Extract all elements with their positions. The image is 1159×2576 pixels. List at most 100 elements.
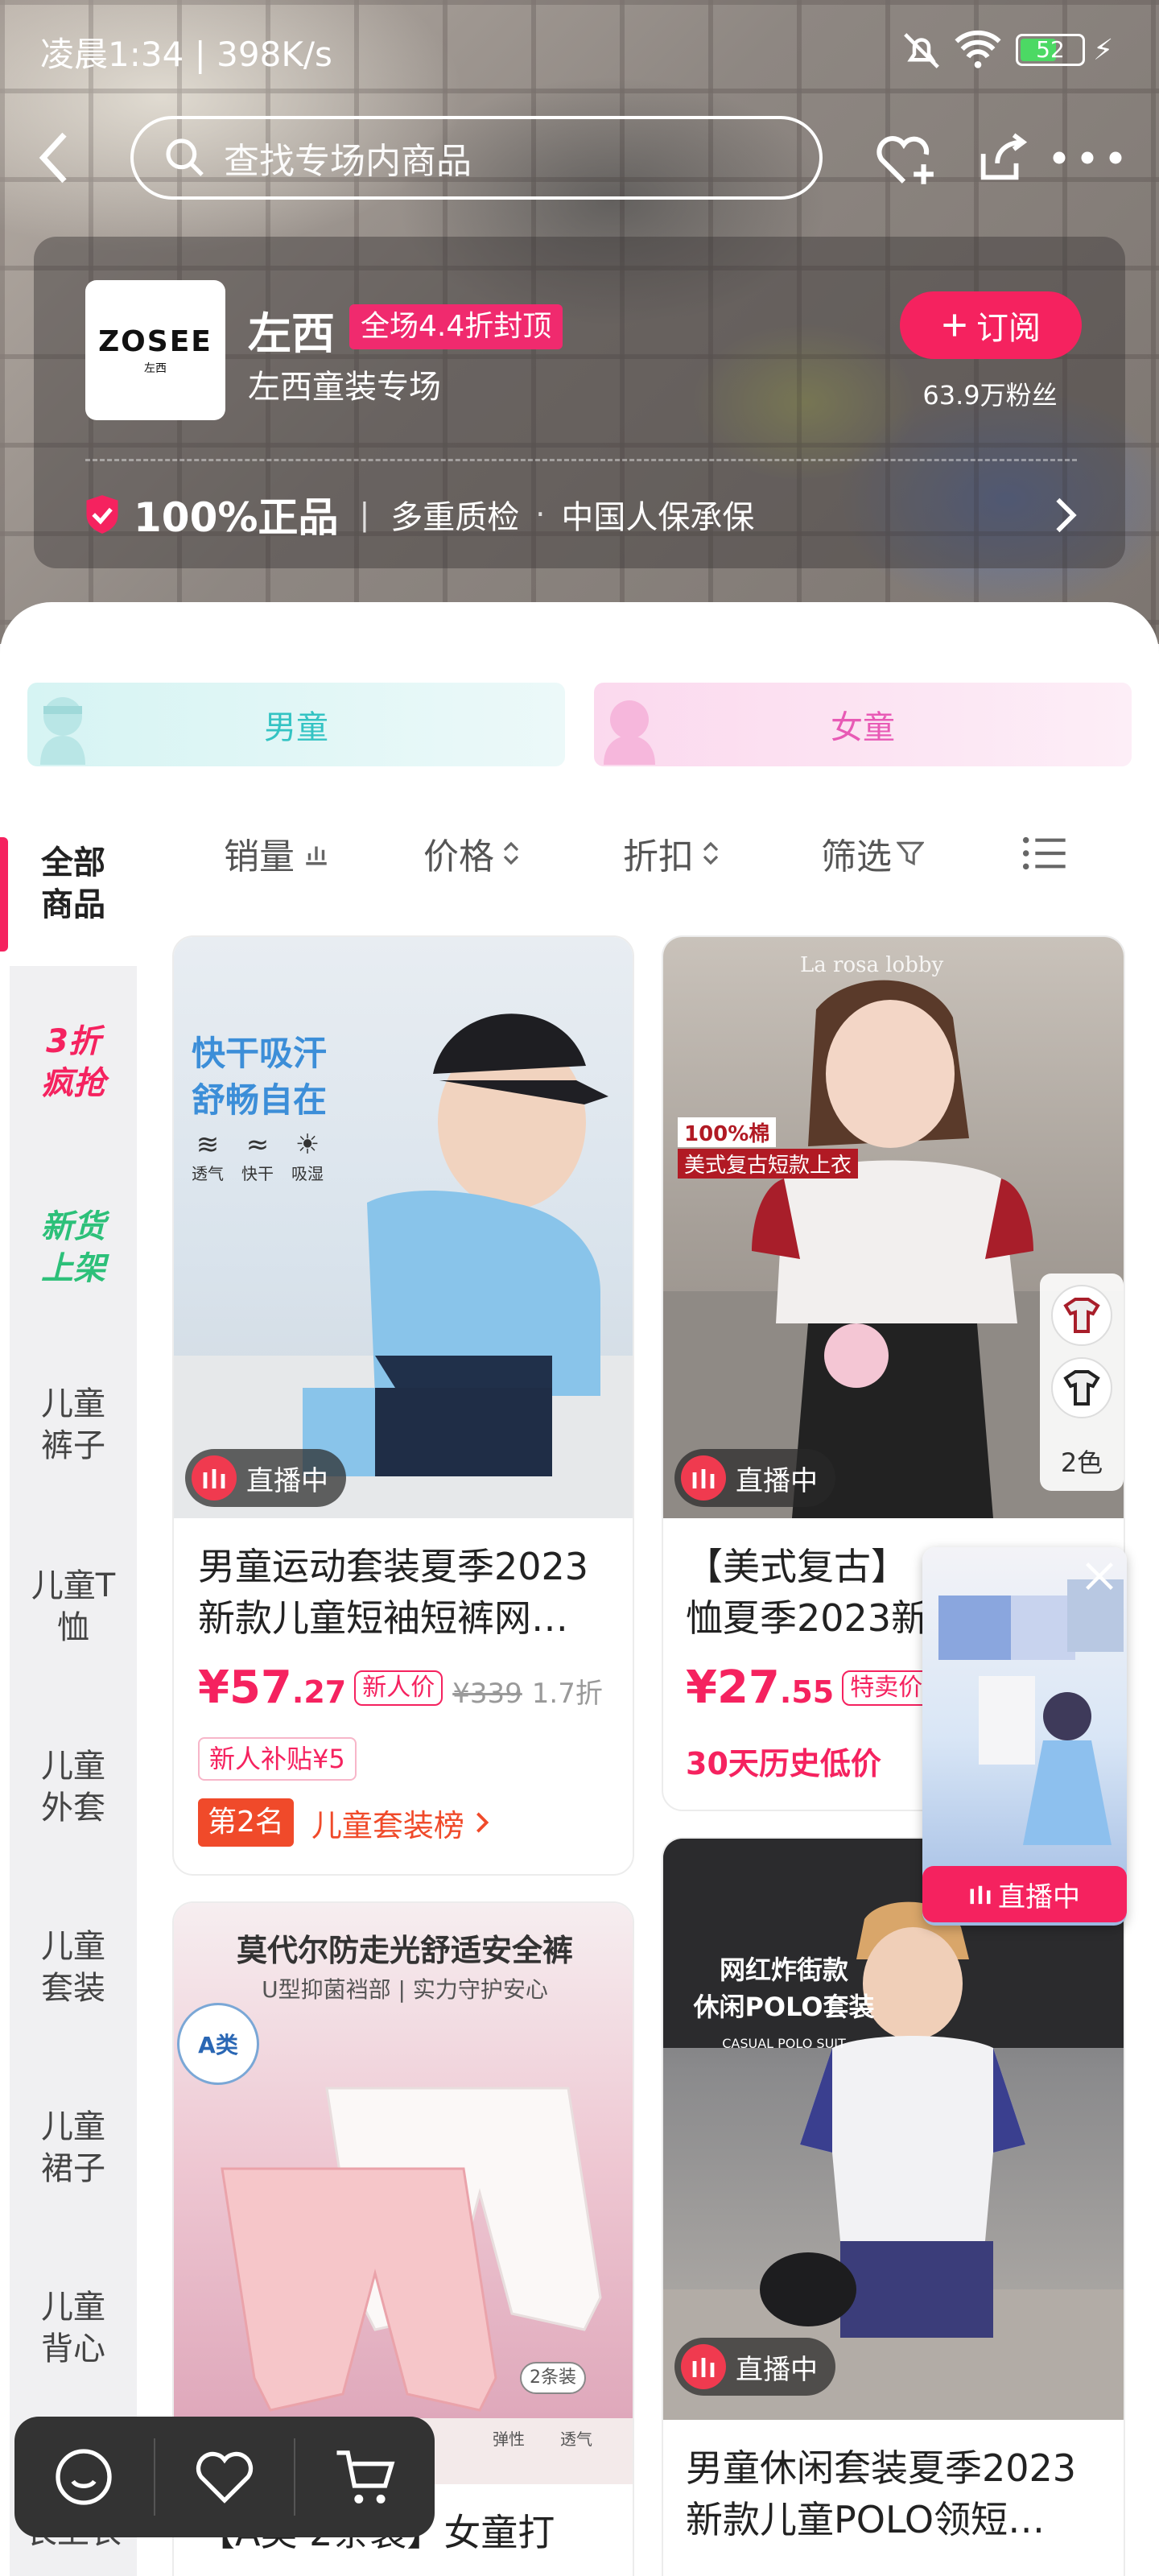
mute-icon (900, 29, 943, 76)
sidebar-item-all[interactable]: 全部 商品 (10, 842, 137, 926)
ranking-row[interactable]: 第2名 儿童套装榜 (198, 1798, 490, 1847)
list-view-toggle[interactable] (1022, 821, 1067, 886)
color-count: 2色 (1060, 1447, 1103, 1478)
live-label: 直播中 (736, 2353, 818, 2386)
close-icon[interactable] (1082, 1558, 1117, 1597)
sidebar-item-jacket[interactable]: 儿童 外套 (10, 1745, 137, 1829)
price-tag: 特卖价 (842, 1670, 931, 1706)
filter-icon (897, 841, 924, 866)
price-integer: ¥57 (198, 1662, 292, 1714)
product-card[interactable]: 快干吸汗 舒畅自在 ≋ 透气 ≈ 快干 ☀ 吸湿 直播中 男童运动套装夏季2023新款… (172, 935, 634, 1876)
search-placeholder: 查找专场内商品 (224, 141, 472, 182)
image-text-line: 快干吸汗 (192, 1034, 328, 1073)
favorite-add-button[interactable] (874, 129, 938, 193)
share-icon (980, 133, 1028, 180)
variant-swatch-black[interactable] (1051, 1357, 1112, 1418)
sidebar-item-3-discount[interactable]: 3折 疯抢 (10, 1021, 137, 1104)
live-bars-icon (681, 1455, 726, 1501)
feature-breathable: ≋ 透气 (192, 1129, 224, 1183)
sort-arrows-icon (703, 841, 719, 865)
back-button[interactable] (35, 127, 74, 192)
feature-breathable: 透气 (560, 2429, 592, 2449)
tab-girls-label: 女童 (831, 709, 895, 746)
product-image: 莫代尔防走光舒适安全裤 U型抑菌裆部 | 实力守护安心 A类 2条装 弹性 透气 (174, 1903, 633, 2484)
product-card[interactable]: 网红炸街款 休闲POLO套装 CASUAL POLO SUIT 直播中 男童休闲… (662, 1837, 1125, 2576)
image-text-line: 舒畅自在 (192, 1080, 328, 1120)
more-dots-icon (1053, 151, 1122, 164)
more-menu-button[interactable] (1051, 142, 1124, 177)
floating-action-bar (14, 2417, 435, 2537)
sort-arrows-icon (503, 841, 519, 865)
sidebar-item-vests[interactable]: 儿童 背心 (10, 2286, 137, 2370)
sort-discount[interactable]: 折扣 (623, 821, 721, 886)
subsidy-tag: 新人补贴¥5 (198, 1737, 357, 1781)
price-decimal: .27 (291, 1674, 347, 1710)
product-photo-boy-sportswear (174, 1013, 633, 1518)
brand-name: 左西 (248, 308, 335, 359)
feature-quick-dry: ≈ 快干 (241, 1129, 274, 1183)
heart-icon (196, 2451, 254, 2504)
filter-button[interactable]: 筛选 (821, 821, 924, 886)
brand-logo[interactable]: ZOSEE 左西 (85, 280, 225, 420)
floating-live-window[interactable]: 直播中 (922, 1547, 1127, 1926)
status-time-speed: 凌晨1:34 | 398K/s (40, 35, 332, 74)
image-text-line: 100%棉 (678, 1117, 777, 1147)
tab-girls[interactable]: 女童 (594, 683, 1132, 766)
charging-icon: ⚡ (1093, 34, 1114, 67)
sort-discount-label: 折扣 (623, 836, 694, 877)
promo-tag: 全场4.4折封顶 (349, 304, 563, 349)
share-button[interactable] (974, 130, 1030, 190)
list-icon (1022, 836, 1066, 870)
floating-live-text: 直播中 (998, 1880, 1080, 1913)
price-decimal: .55 (779, 1674, 835, 1710)
chevron-right-icon[interactable] (1051, 496, 1080, 538)
live-label: 直播中 (246, 1464, 328, 1497)
guarantee-main: 100%正品 (134, 494, 339, 541)
search-input[interactable]: 查找专场内商品 (130, 116, 823, 200)
brand-logo-text: ZOSEE (98, 324, 212, 358)
cart-icon (336, 2450, 395, 2504)
boy-avatar-icon (40, 697, 85, 765)
card-divider (85, 459, 1077, 461)
guarantee-row[interactable]: 100%正品 | 多重质检 · 中国人保承保 (84, 486, 754, 543)
quick-dry-icon: ≈ (245, 1129, 270, 1161)
customer-service-button[interactable] (14, 2417, 154, 2537)
cart-button[interactable] (295, 2417, 435, 2537)
sidebar-item-pants[interactable]: 儿童 裤子 (10, 1383, 137, 1467)
sidebar-item-suits[interactable]: 儿童 套装 (10, 1926, 137, 2009)
sidebar-item-new-arrivals[interactable]: 新货 上架 (10, 1206, 137, 1290)
plus-icon (943, 314, 966, 336)
image-text-line: CASUAL POLO SUIT (722, 2036, 846, 2051)
brand-subtitle: 左西童装专场 (248, 369, 441, 406)
brand-watermark: La rosa lobby (800, 953, 944, 977)
tab-boys[interactable]: 男童 (27, 683, 565, 766)
sort-price[interactable]: 价格 (423, 821, 522, 886)
sort-sales[interactable]: 销量 (224, 821, 330, 886)
tab-boys-label: 男童 (264, 709, 328, 746)
shield-check-icon (86, 495, 118, 534)
original-price: ¥339 (452, 1678, 522, 1710)
sidebar-item-tshirt[interactable]: 儿童T 恤 (10, 1565, 137, 1649)
subscribe-button[interactable]: 订阅 (900, 291, 1082, 359)
favorites-button[interactable] (155, 2417, 295, 2537)
wind-icon: ≋ (196, 1129, 220, 1161)
price-tag: 新人价 (354, 1670, 443, 1706)
smile-icon (56, 2449, 112, 2505)
guarantee-separator: | (359, 497, 370, 532)
history-low-price: 30天历史低价 (686, 1746, 881, 1781)
guarantee-item: 多重质检 (390, 499, 520, 536)
product-image-headline: 快干吸汗 舒畅自在 (192, 1030, 327, 1124)
wifi-icon (955, 29, 1001, 72)
floating-live-label[interactable]: 直播中 (922, 1866, 1127, 1922)
image-subheadline: U型抑菌裆部 | 实力守护安心 (262, 1976, 548, 2003)
variant-swatch-red[interactable] (1051, 1285, 1112, 1346)
battery-level: 52 (1036, 36, 1065, 63)
heart-plus-icon (876, 136, 934, 184)
sidebar-active-indicator (0, 837, 8, 952)
sort-sales-label: 销量 (224, 836, 295, 877)
product-title: 男童运动套装夏季2023新款儿童短袖短裤网… (198, 1545, 589, 1640)
subscribe-label: 订阅 (976, 310, 1041, 347)
color-variants[interactable]: 2色 (1040, 1274, 1124, 1491)
sidebar-item-skirts[interactable]: 儿童 裙子 (10, 2106, 137, 2190)
image-headline: 网红炸街款 休闲POLO套装 CASUAL POLO SUIT (663, 1951, 905, 2062)
